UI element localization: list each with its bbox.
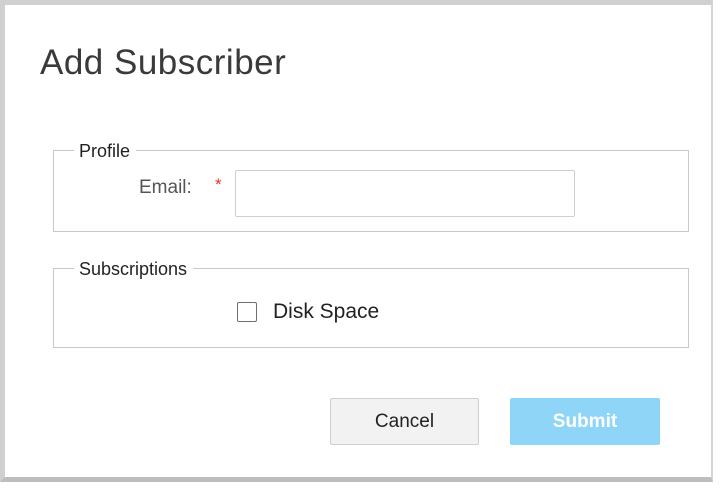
- disk-space-checkbox[interactable]: [237, 302, 257, 322]
- email-label: Email:: [139, 177, 192, 198]
- profile-legend: Profile: [74, 140, 137, 162]
- subscriptions-legend: Subscriptions: [74, 258, 194, 280]
- subscriptions-fieldset: Subscriptions Disk Space: [53, 258, 689, 348]
- add-subscriber-dialog: Add Subscriber Profile Email: * Subscrip…: [0, 0, 713, 482]
- submit-button[interactable]: Submit: [510, 398, 660, 445]
- cancel-button[interactable]: Cancel: [330, 398, 479, 445]
- disk-space-label[interactable]: Disk Space: [273, 299, 379, 325]
- required-asterisk: *: [215, 175, 222, 194]
- profile-fieldset: Profile Email: *: [53, 140, 689, 232]
- dialog-title: Add Subscriber: [40, 43, 287, 82]
- email-field[interactable]: [235, 170, 575, 217]
